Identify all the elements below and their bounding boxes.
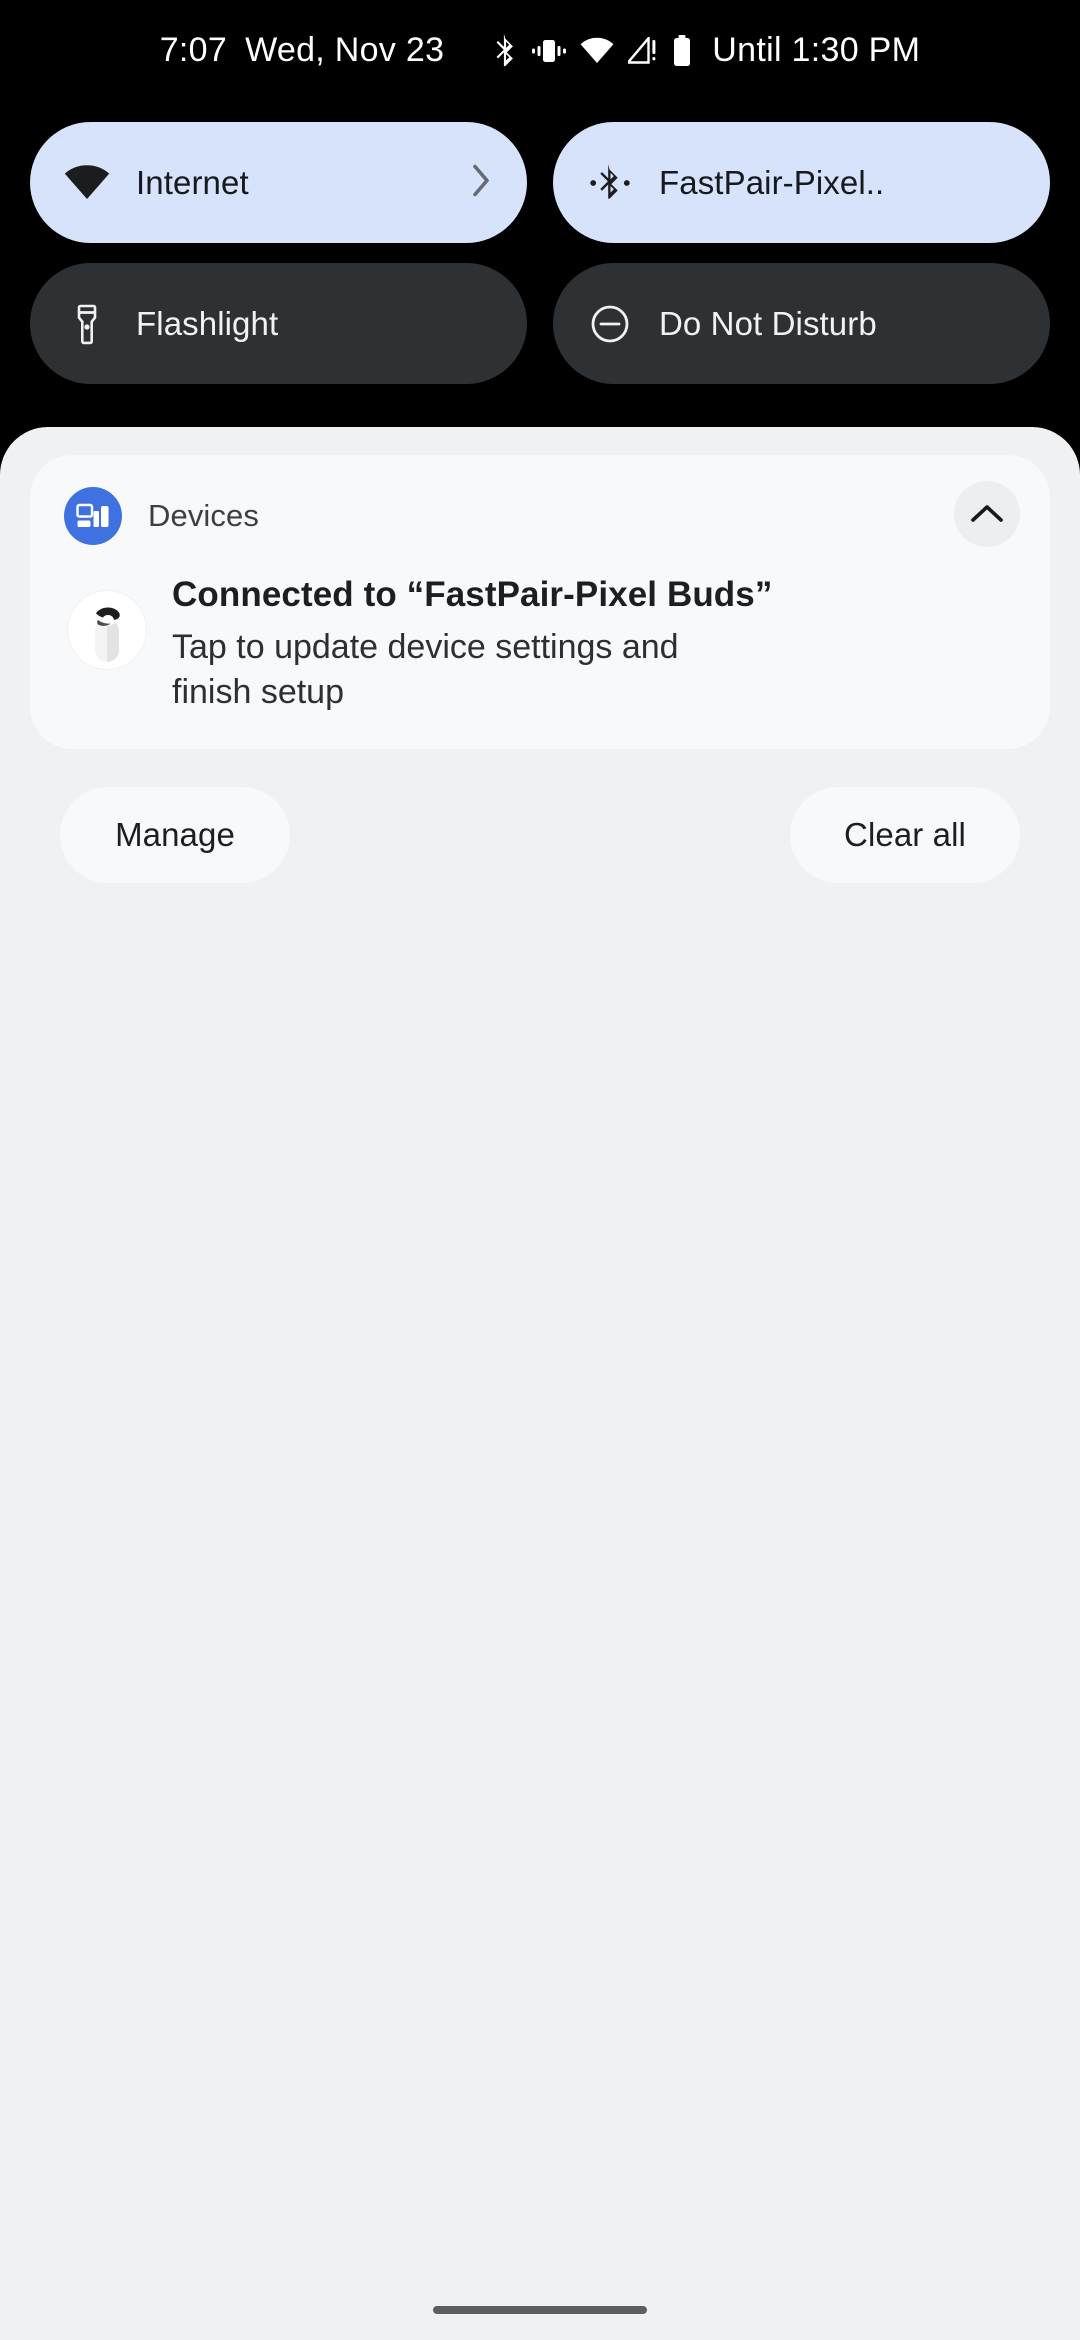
navigation-bar: [0, 2280, 1080, 2340]
quick-settings-row-2: Flashlight Do Not Disturb: [30, 263, 1050, 384]
vibrate-icon: [532, 37, 567, 65]
notification-header: Devices: [64, 485, 1016, 547]
shade-action-row: Manage Clear all: [30, 786, 1050, 883]
notification-card-devices[interactable]: Devices Connected to “FastPair-Pixel Bud…: [30, 455, 1050, 749]
home-gesture-handle[interactable]: [433, 2306, 647, 2314]
qs-tile-flashlight[interactable]: Flashlight: [30, 263, 527, 384]
notification-body: Connected to “FastPair-Pixel Buds” Tap t…: [64, 569, 1016, 715]
pixel-buds-image: [68, 591, 146, 669]
screen-root: 7:07 Wed, Nov 23 Until 1:30 PM Internet …: [0, 0, 1080, 2340]
status-date: Wed, Nov 23: [245, 31, 445, 69]
chevron-right-icon[interactable]: [471, 162, 493, 203]
bluetooth-icon: [492, 33, 518, 69]
battery-icon: [672, 34, 692, 67]
notification-text: Connected to “FastPair-Pixel Buds” Tap t…: [172, 569, 772, 715]
wifi-icon: [580, 37, 614, 65]
flashlight-icon: [64, 301, 110, 347]
dnd-icon: [587, 301, 633, 347]
qs-tile-label-flashlight: Flashlight: [136, 304, 279, 342]
mobile-signal-alert-icon: [628, 36, 658, 65]
qs-tile-internet[interactable]: Internet: [30, 122, 527, 243]
qs-tile-do-not-disturb[interactable]: Do Not Disturb: [553, 263, 1050, 384]
notification-app-name: Devices: [148, 498, 259, 533]
qs-tile-bluetooth[interactable]: FastPair-Pixel..: [553, 122, 1050, 243]
quick-settings-panel: Internet FastPair-Pixel.. Flashlight Do …: [0, 95, 1080, 384]
wifi-icon: [64, 160, 110, 206]
devices-icon: [64, 487, 122, 545]
qs-tile-label-internet: Internet: [136, 163, 249, 201]
status-icon-group: [492, 33, 692, 69]
quick-settings-row-1: Internet FastPair-Pixel..: [30, 122, 1050, 243]
dnd-until-label: Until 1:30 PM: [712, 31, 921, 69]
clear-all-button[interactable]: Clear all: [790, 786, 1020, 883]
qs-tile-label-do-not-disturb: Do Not Disturb: [659, 304, 877, 342]
chevron-up-icon[interactable]: [954, 481, 1020, 547]
qs-tile-label-bluetooth: FastPair-Pixel..: [659, 163, 885, 201]
notification-shade: Devices Connected to “FastPair-Pixel Bud…: [0, 427, 1080, 2340]
notification-body-text: Tap to update device settings and finish…: [172, 627, 679, 711]
notification-title: Connected to “FastPair-Pixel Buds”: [172, 575, 773, 614]
manage-button[interactable]: Manage: [60, 786, 290, 883]
status-clock: 7:07: [159, 31, 228, 69]
bluetooth-icon: [587, 160, 633, 206]
status-bar: 7:07 Wed, Nov 23 Until 1:30 PM: [0, 0, 1080, 95]
